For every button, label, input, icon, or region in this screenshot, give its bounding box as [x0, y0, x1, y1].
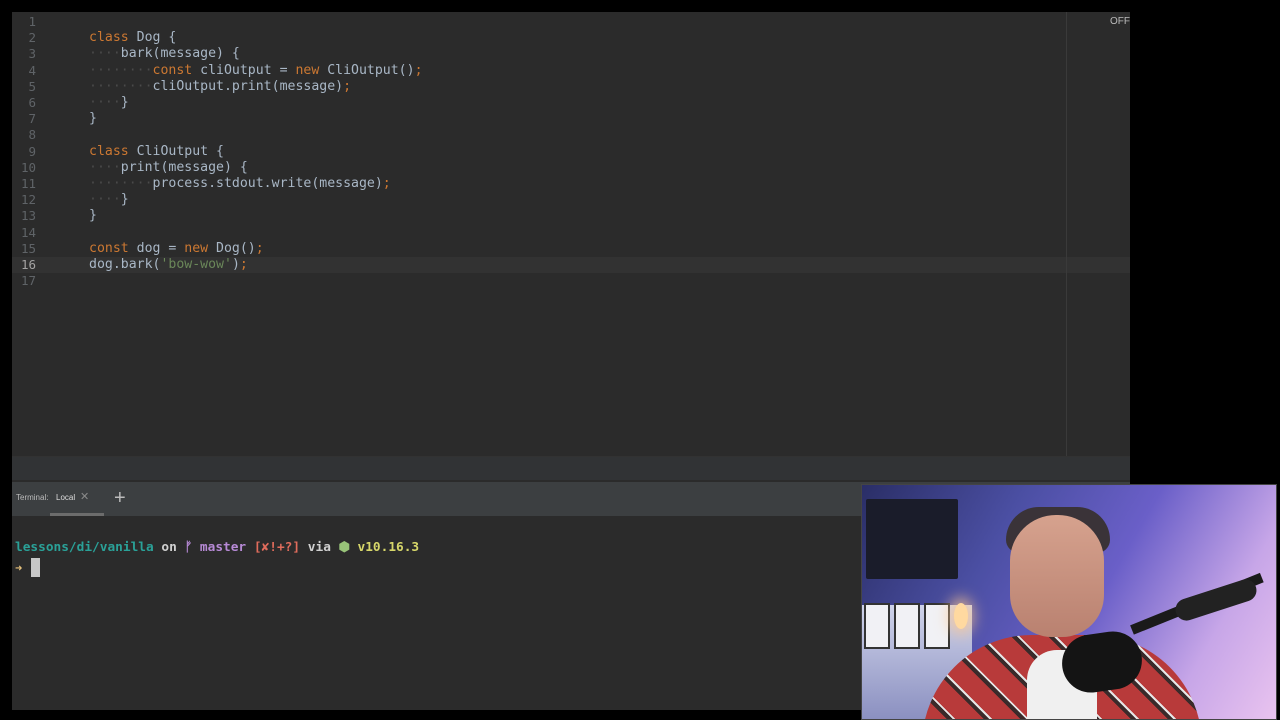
picture-frame [864, 603, 890, 649]
code-line[interactable]: class CliOutput { [89, 144, 224, 160]
code-line[interactable]: ····print(message) { [89, 160, 248, 176]
code-token: cliOutput = [192, 62, 296, 78]
code-line[interactable]: ····bark(message) { [89, 46, 240, 62]
prompt-branch: master [192, 540, 247, 555]
code-token: ; [343, 78, 352, 94]
code-token: const [152, 62, 193, 78]
indent-guide: ···· [89, 192, 121, 208]
code-token: bark(message) { [120, 46, 240, 62]
indent-guide: ········ [89, 176, 153, 191]
prompt-git-status: [✘!+?] [246, 540, 301, 555]
webcam-background-tv [866, 499, 958, 579]
editor-terminal-divider[interactable] [12, 456, 1130, 480]
code-token: } [89, 208, 97, 224]
terminal-cursor[interactable] [31, 558, 40, 577]
code-token: ; [239, 257, 248, 272]
picture-frame [924, 603, 950, 649]
code-token: process.stdout.write(message) [152, 176, 383, 191]
prompt-arrow-icon: ➜ [15, 561, 23, 575]
code-line[interactable]: class Dog { [89, 30, 176, 46]
code-line[interactable]: } [89, 111, 97, 127]
close-icon[interactable]: ✕ [80, 490, 89, 503]
webcam-person-face [1010, 515, 1104, 637]
right-margin-guide [1066, 12, 1067, 456]
code-line[interactable]: } [89, 208, 97, 224]
prompt-node-version: v10.16.3 [349, 540, 420, 555]
code-token: ; [382, 176, 391, 191]
code-token: new [295, 62, 320, 78]
add-tab-icon[interactable]: + [114, 486, 126, 510]
code-token: ; [255, 240, 264, 256]
code-line[interactable]: const dog = new Dog(); [89, 241, 264, 257]
code-token: Dog { [128, 30, 177, 46]
status-badge[interactable]: OFF [1110, 16, 1130, 27]
prompt-on: on [153, 540, 185, 555]
terminal-label: Terminal: [16, 493, 49, 502]
webcam-overlay [861, 484, 1277, 720]
code-token: 'bow-wow' [160, 257, 232, 272]
tab-local-label: Local [56, 493, 76, 502]
code-token: } [120, 192, 129, 208]
indent-guide: ···· [89, 95, 121, 110]
tab-local[interactable]: Local ✕ [50, 482, 104, 516]
indent-guide: ········ [89, 62, 153, 78]
prompt-via: via [300, 540, 339, 555]
webcam-mic-head [1172, 576, 1260, 624]
shell-prompt: lessons/di/vanilla on ᚠ master [✘!+?] vi… [15, 540, 419, 556]
code-token: } [120, 95, 129, 110]
code-token: } [89, 111, 97, 127]
code-line[interactable]: ········const cliOutput = new CliOutput(… [89, 63, 423, 79]
code-token: new [184, 240, 209, 256]
code-line[interactable]: ····} [89, 95, 129, 111]
code-token: dog.bark( [89, 257, 161, 272]
code-token: class [89, 143, 129, 159]
node-icon: ⬢ [338, 540, 350, 555]
code-token: const [89, 240, 129, 256]
code-token: Dog() [208, 240, 256, 256]
webcam-lamp [954, 603, 968, 629]
code-token: class [89, 30, 129, 46]
code-area[interactable]: class Dog {····bark(message) {········co… [12, 12, 1130, 456]
prompt-path: lessons/di/vanilla [15, 540, 154, 555]
picture-frame [894, 603, 920, 649]
webcam-picture-frames [864, 603, 954, 653]
code-token: CliOutput() [319, 62, 415, 78]
code-line[interactable]: ········process.stdout.write(message); [89, 176, 391, 192]
code-editor[interactable]: 1 2 3 4 5 6 7 8 9 10 11 12 13 14 15 16 17 class Dog {···… [12, 12, 1130, 456]
code-token: cliOutput.print(message) [152, 78, 344, 94]
code-line[interactable]: ········cliOutput.print(message); [89, 79, 351, 95]
code-line[interactable]: dog.bark('bow-wow'); [89, 257, 248, 273]
code-token: ) [231, 257, 240, 272]
code-token: print(message) { [120, 159, 248, 175]
indent-guide: ···· [89, 159, 121, 175]
code-token: CliOutput { [128, 143, 224, 159]
indent-guide: ···· [89, 46, 121, 62]
indent-guide: ········ [89, 78, 153, 94]
code-line[interactable]: ····} [89, 192, 129, 208]
code-token: dog = [128, 240, 185, 256]
code-token: ; [414, 62, 423, 78]
